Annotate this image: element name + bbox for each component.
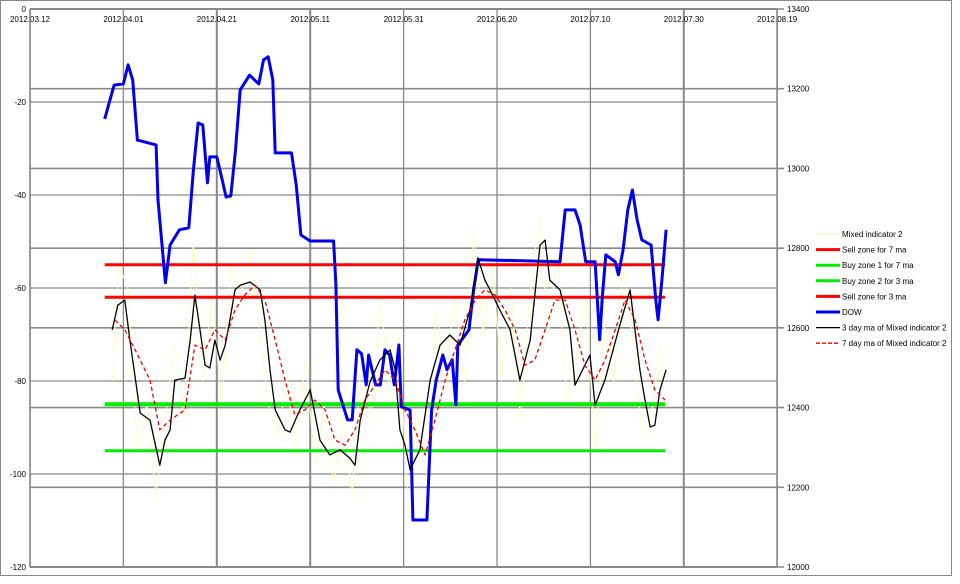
y-left-tick-label: -40 [14, 191, 26, 200]
y-right-tick-label: 13000 [787, 164, 810, 173]
y-left-tick-label: -120 [10, 563, 27, 572]
y-right-tick-label: 12600 [787, 324, 810, 333]
legend-label: DOW [842, 308, 862, 317]
legend-label: Sell zone for 7 ma [842, 246, 907, 255]
y-left-tick-label: -100 [10, 470, 27, 479]
y-right-tick-label: 12200 [787, 483, 810, 492]
y-left-tick-label: -60 [14, 284, 26, 293]
y-left-tick-label: -20 [14, 98, 26, 107]
x-tick-label: 2012.04.21 [197, 15, 238, 24]
y-right-tick-label: 12400 [787, 404, 810, 413]
legend-label: 7 day ma of Mixed indicator 2 [842, 339, 947, 348]
legend-label: Buy zone 1 for 7 ma [842, 261, 914, 270]
x-tick-label: 2012.04.01 [103, 15, 144, 24]
y-left-tick-label: 0 [22, 5, 27, 14]
legend-label: Sell zone for 3 ma [842, 292, 907, 301]
x-tick-label: 2012.07.10 [570, 15, 611, 24]
series-line-0 [111, 217, 666, 512]
legend-label: Buy zone 2 for 3 ma [842, 277, 914, 286]
y-right-tick-label: 12000 [787, 563, 810, 572]
y-right-tick-label: 13400 [787, 5, 810, 14]
line-chart: 0 -20 -40 -60 -80 -100 -120 13400 13200 13000 1280… [10, 5, 947, 572]
y-right-tick-label: 13200 [787, 85, 810, 94]
x-tick-label: 2012.06.20 [477, 15, 518, 24]
legend-label: 3 day ma of Mixed indicator 2 [842, 324, 947, 333]
x-tick-label: 2012.05.31 [384, 15, 425, 24]
x-tick-label: 2012.07.30 [664, 15, 705, 24]
y-left-tick-label: -80 [14, 377, 26, 386]
y-right-tick-label: 12800 [787, 244, 810, 253]
x-tick-label: 2012.05.11 [290, 15, 330, 24]
legend-label: Mixed indicator 2 [842, 230, 903, 239]
